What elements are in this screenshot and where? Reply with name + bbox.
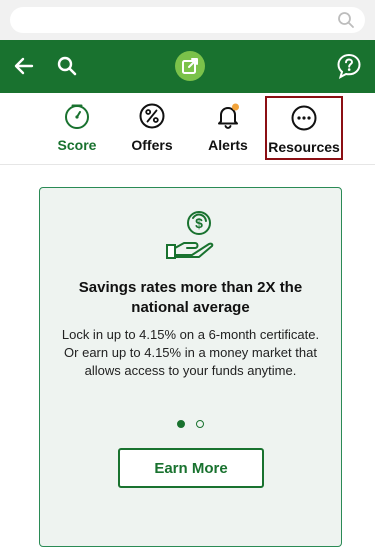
tab-offers-label: Offers bbox=[131, 137, 173, 153]
savings-promo-card: $ Savings rates more than 2X the nationa… bbox=[39, 187, 342, 547]
tab-score-label: Score bbox=[57, 137, 97, 153]
promo-title: Savings rates more than 2X the national … bbox=[78, 279, 303, 316]
back-arrow-icon[interactable] bbox=[12, 54, 36, 78]
hand-dollar-icon: $ bbox=[166, 211, 214, 259]
tab-resources[interactable]: Resources bbox=[265, 96, 343, 160]
browser-search-field[interactable] bbox=[10, 7, 365, 33]
section-tab-bar: Score Offers Alerts Resources bbox=[0, 93, 375, 165]
tab-offers[interactable]: Offers bbox=[123, 93, 181, 165]
tab-score[interactable]: Score bbox=[46, 93, 108, 165]
more-icon bbox=[291, 105, 317, 131]
carousel-dot-active[interactable] bbox=[177, 420, 186, 428]
tab-alerts[interactable]: Alerts bbox=[200, 93, 256, 165]
bell-icon bbox=[218, 103, 239, 129]
earn-more-button[interactable]: Earn More bbox=[118, 448, 264, 488]
alert-badge bbox=[232, 103, 239, 111]
promo-description: Lock in up to 4.15% on a 6-month certifi… bbox=[61, 327, 320, 378]
carousel-dot[interactable] bbox=[195, 420, 204, 428]
search-icon bbox=[338, 12, 354, 28]
external-link-button[interactable] bbox=[175, 51, 205, 81]
gauge-icon bbox=[65, 104, 89, 129]
app-header-bar bbox=[0, 40, 375, 93]
browser-search-strip bbox=[0, 0, 375, 40]
external-link-icon bbox=[182, 58, 198, 74]
search-icon[interactable] bbox=[55, 54, 79, 78]
carousel-pagination bbox=[40, 415, 341, 428]
tab-resources-label: Resources bbox=[268, 139, 340, 155]
percent-icon bbox=[139, 103, 165, 129]
help-chat-icon[interactable] bbox=[335, 52, 363, 80]
tab-alerts-label: Alerts bbox=[208, 137, 248, 153]
svg-text:$: $ bbox=[195, 215, 203, 231]
